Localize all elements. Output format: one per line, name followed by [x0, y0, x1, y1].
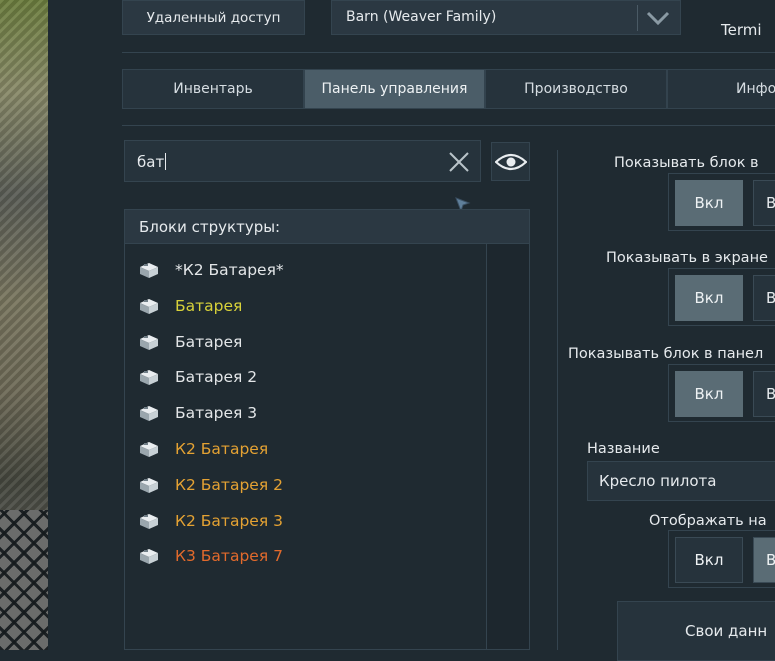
block-item-label: К2 Батарея 3: [175, 511, 283, 530]
battery-block-icon: [137, 476, 161, 494]
block-list-item[interactable]: *К2 Батарея*: [137, 258, 284, 282]
search-input-value: бат: [137, 153, 165, 171]
tab-info[interactable]: Инфо: [667, 69, 775, 109]
battery-block-icon: [137, 512, 161, 530]
show-block-on-button[interactable]: Вкл: [675, 180, 743, 226]
terminal-title: Termi: [721, 21, 762, 39]
chevron-down-icon[interactable]: [646, 8, 670, 28]
show-in-panel-toggle: Вкл В: [668, 364, 775, 422]
battery-block-icon: [137, 297, 161, 315]
block-item-label: *К2 Батарея*: [175, 261, 284, 279]
name-label: Название: [587, 441, 660, 457]
dropdown-divider: [637, 5, 638, 31]
clear-search-icon[interactable]: [448, 151, 470, 173]
show-on-screen-off-button[interactable]: В: [753, 275, 775, 321]
game-viewport-background: [0, 0, 48, 650]
block-item-label: Батарея: [175, 332, 243, 351]
show-in-panel-label: Показывать блок в панел: [568, 346, 764, 362]
blocks-list-heading: Блоки структуры:: [125, 210, 529, 244]
battery-block-icon: [137, 440, 161, 458]
show-block-off-button[interactable]: В: [753, 180, 775, 226]
custom-data-button[interactable]: Свои данн: [617, 601, 775, 661]
block-list-item[interactable]: К2 Батарея: [137, 437, 268, 461]
display-on-button[interactable]: Вкл: [675, 537, 743, 583]
tab-inventory[interactable]: Инвентарь: [122, 69, 304, 109]
header-divider: [122, 52, 775, 53]
block-list-item[interactable]: К3 Батарея 7: [137, 544, 283, 568]
battery-block-icon: [137, 547, 161, 565]
text-caret: [165, 153, 167, 170]
eye-icon: [494, 153, 527, 170]
block-list-item[interactable]: К2 Батарея 3: [137, 509, 283, 533]
block-list-item[interactable]: К2 Батарея 2: [137, 473, 283, 497]
show-block-toggle: Вкл В: [668, 173, 775, 231]
block-item-label: К2 Батарея 2: [175, 475, 283, 494]
block-item-label: Батарея 3: [175, 404, 258, 423]
show-on-screen-toggle: Вкл В: [668, 268, 775, 326]
tabs-divider: [122, 125, 775, 126]
block-list-item[interactable]: Батарея 2: [137, 365, 257, 389]
show-on-screen-on-button[interactable]: Вкл: [675, 275, 743, 321]
block-list-item[interactable]: Батарея: [137, 330, 242, 354]
display-label: Отображать на: [649, 513, 767, 529]
block-item-label: Батарея: [175, 296, 243, 315]
block-item-label: К2 Батарея: [175, 440, 269, 458]
block-item-label: К3 Батарея 7: [175, 547, 283, 566]
tab-control-panel[interactable]: Панель управления: [304, 69, 485, 109]
blocks-list-scrollbar[interactable]: [486, 244, 529, 649]
remote-access-button[interactable]: Удаленный доступ: [122, 0, 305, 35]
block-list-item[interactable]: Батарея: [137, 294, 242, 318]
show-in-panel-on-button[interactable]: Вкл: [675, 371, 743, 417]
display-toggle: Вкл В: [668, 530, 775, 588]
block-list-item[interactable]: Батарея 3: [137, 401, 257, 425]
toggle-visibility-button[interactable]: [491, 142, 530, 181]
show-on-screen-label: Показывать в экране: [606, 250, 768, 266]
tab-bar: Инвентарь Панель управления Производство…: [122, 69, 775, 109]
grid-selector-dropdown[interactable]: Barn (Weaver Family): [331, 0, 681, 35]
battery-block-icon: [137, 261, 161, 279]
grid-selector-value: Barn (Weaver Family): [346, 9, 497, 25]
block-search-input[interactable]: бат: [124, 140, 481, 182]
battery-block-icon: [137, 333, 161, 351]
show-block-label: Показывать блок в: [614, 155, 759, 171]
block-item-label: Батарея 2: [175, 368, 258, 387]
block-name-input[interactable]: Кресло пилота: [587, 461, 775, 501]
panel-divider: [557, 150, 558, 650]
battery-block-icon: [137, 368, 161, 386]
battery-block-icon: [137, 404, 161, 422]
display-off-button[interactable]: В: [753, 537, 775, 583]
show-in-panel-off-button[interactable]: В: [753, 371, 775, 417]
structure-blocks-list: Блоки структуры: *К2 Батарея* Батарея Бата…: [124, 209, 530, 650]
tab-production[interactable]: Производство: [485, 69, 667, 109]
